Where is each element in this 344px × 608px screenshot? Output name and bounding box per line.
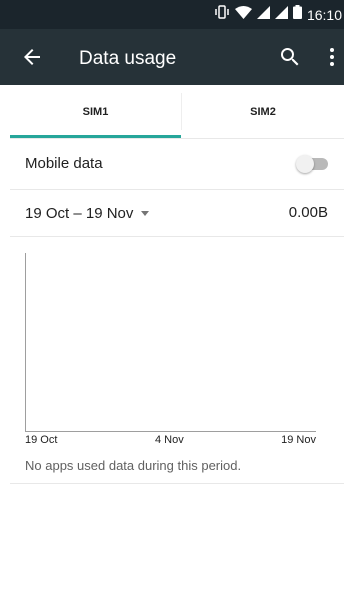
chart-mid-label: 4 Nov <box>155 434 184 446</box>
mobile-data-row[interactable]: Mobile data <box>10 139 344 190</box>
usage-chart: 19 Oct 4 Nov 19 Nov <box>10 237 344 447</box>
dropdown-arrow-icon <box>141 210 150 216</box>
search-icon <box>281 48 299 66</box>
search-button[interactable] <box>278 45 302 69</box>
tab-indicator <box>10 135 181 138</box>
status-bar: 16:10 <box>0 0 344 29</box>
toggle-thumb <box>296 155 314 173</box>
back-button[interactable] <box>20 45 44 69</box>
usage-total: 0.00B <box>288 204 328 221</box>
usage-cycle-row: 19 Oct – 19 Nov 0.00B <box>10 190 344 237</box>
signal-icon-2 <box>274 5 288 24</box>
sim-tabs: SIM1 SIM2 <box>10 85 344 139</box>
status-time: 16:10 <box>306 6 342 23</box>
app-bar: Data usage <box>0 29 344 85</box>
chart-end-label: 19 Nov <box>281 434 316 446</box>
status-icons: 16:10 <box>214 0 344 29</box>
vibrate-icon <box>214 5 230 24</box>
chart-start-label: 19 Oct <box>25 434 58 446</box>
arrow-back-icon <box>24 49 40 65</box>
mobile-data-toggle[interactable] <box>296 154 332 174</box>
page-title: Data usage <box>79 48 177 69</box>
battery-icon <box>292 5 302 24</box>
cycle-range-label: 19 Oct – 19 Nov <box>25 204 134 222</box>
bottom-divider <box>10 483 344 484</box>
empty-apps-message: No apps used data during this period. <box>25 458 242 473</box>
mobile-data-label: Mobile data <box>25 155 103 172</box>
more-vert-icon <box>330 48 334 66</box>
more-options-button[interactable] <box>320 45 344 69</box>
cycle-dropdown[interactable]: 19 Oct – 19 Nov <box>25 190 150 236</box>
tab-sim2[interactable]: SIM2 <box>182 85 344 138</box>
signal-icon <box>256 5 270 24</box>
tab-sim1[interactable]: SIM1 <box>10 85 181 138</box>
wifi-icon <box>234 5 252 24</box>
